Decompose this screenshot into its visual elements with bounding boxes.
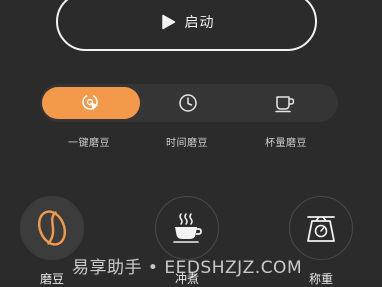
watermark-text: 易享助手 • EEDSHZJZ.COM [72, 258, 303, 278]
mode-cup-grind[interactable] [236, 87, 334, 119]
start-button[interactable]: 启动 [56, 0, 317, 51]
mode-one-touch-grind[interactable] [42, 87, 140, 119]
mode-label-timed: 时间磨豆 [166, 138, 208, 149]
weigh-function-button[interactable] [289, 196, 353, 260]
mode-label-one-touch: 一键磨豆 [68, 138, 110, 149]
play-icon [161, 14, 175, 29]
cup-icon [275, 96, 295, 113]
coffee-bean-icon [37, 210, 67, 246]
brew-function-button[interactable] [155, 196, 219, 260]
mode-label-cup: 杯量磨豆 [265, 138, 307, 149]
start-button-label: 启动 [184, 14, 215, 31]
one-touch-icon [82, 94, 98, 110]
grind-function-button[interactable] [20, 196, 84, 260]
mode-timed-grind[interactable] [139, 87, 237, 119]
clock-icon [179, 94, 197, 112]
grind-mode-selector [40, 84, 338, 122]
scale-icon [307, 216, 335, 242]
steaming-cup-icon [173, 213, 202, 243]
